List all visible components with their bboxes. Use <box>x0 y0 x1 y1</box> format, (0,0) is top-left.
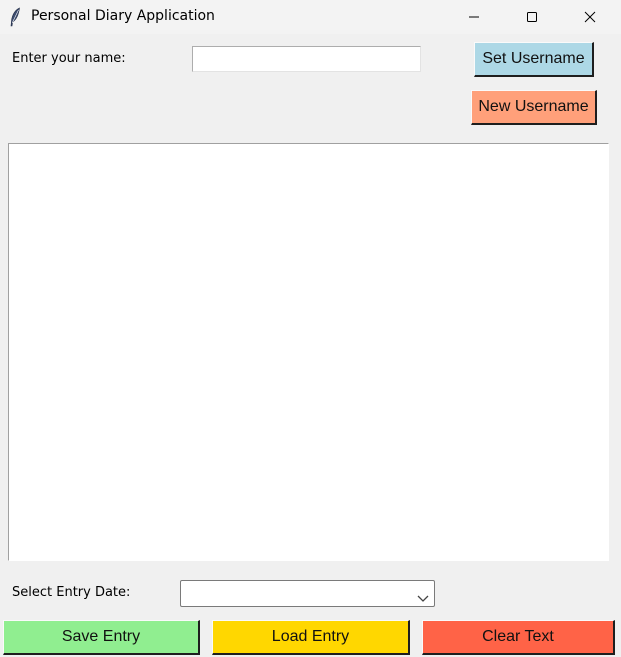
name-input[interactable] <box>192 46 421 72</box>
maximize-button[interactable] <box>509 0 555 34</box>
window-title: Personal Diary Application <box>31 8 215 24</box>
feather-icon <box>9 7 21 27</box>
clear-text-button[interactable]: Clear Text <box>422 620 615 655</box>
maximize-icon <box>526 8 538 27</box>
chevron-down-icon[interactable] <box>416 589 430 602</box>
set-username-button[interactable]: Set Username <box>474 42 594 77</box>
close-icon <box>584 8 596 27</box>
name-label: Enter your name: <box>12 51 126 66</box>
minimize-button[interactable] <box>451 0 497 34</box>
minimize-icon <box>468 8 480 27</box>
title-bar[interactable]: Personal Diary Application <box>0 0 621 34</box>
diary-text-area[interactable] <box>8 143 609 561</box>
load-entry-button[interactable]: Load Entry <box>212 620 410 655</box>
entry-date-label: Select Entry Date: <box>12 585 131 600</box>
app-window: Personal Diary Application Enter your na… <box>0 0 621 657</box>
entry-date-select[interactable] <box>180 580 435 607</box>
save-entry-button[interactable]: Save Entry <box>3 620 200 655</box>
new-username-button[interactable]: New Username <box>471 90 597 125</box>
close-button[interactable] <box>567 0 613 34</box>
